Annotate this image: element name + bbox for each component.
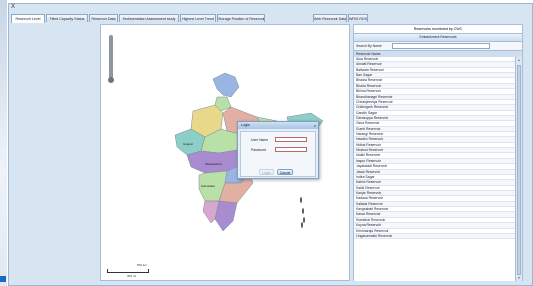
tab-bar: Reservoir Level Filled Capacity Status R… [11,14,531,23]
password-field[interactable] [275,147,307,152]
login-dialog: Login x User Name Password Login Cancel [237,121,319,179]
state-label: Maharashtra [205,162,222,166]
island-shape [303,217,305,223]
dialog-title-text: Login [241,123,250,127]
username-label: User Name [251,138,269,142]
tab-sedimentation[interactable]: Sedimentation Assessment study [119,14,179,22]
search-row: Search By Name [354,42,522,51]
cancel-button[interactable]: Cancel [277,169,293,175]
tab-storage-position[interactable]: Storage Position of Reservoirs [217,14,265,22]
tab-reservoir-data[interactable]: Reservoir Data [89,14,118,22]
panel-subtitle[interactable]: Embankment Reservoirs [354,34,522,42]
reservoir-list[interactable]: Alua Reservoir Almatti Reservoir Baliwala … [354,57,515,281]
tab-highest-level-trend[interactable]: Highest Level Trend [180,14,216,22]
password-label: Password [251,148,266,152]
list-item[interactable]: Linganamakki Reservoir [354,233,515,240]
state-label: Karnataka [201,184,215,188]
tab-wris-rds[interactable]: WRIS RDS [348,14,368,22]
region-north[interactable] [212,72,240,98]
panel-title: Reservoirs monitored by CWC [354,25,522,34]
list-scrollbar[interactable]: ▲ ▼ [515,57,522,281]
username-field[interactable] [275,137,307,142]
island-shape [302,208,304,214]
login-button[interactable]: Login [259,169,274,175]
reservoir-panel: Reservoirs monitored by CWC Embankment R… [353,24,523,281]
zoom-slider[interactable] [109,35,113,81]
left-frame-bar [0,0,7,286]
scroll-down-icon[interactable]: ▼ [517,276,521,280]
scale-label-mi: 300 mi [127,274,137,278]
search-label: Search By Name [356,44,382,48]
dialog-body: User Name Password Login Cancel [240,131,316,177]
island-shape [301,222,303,228]
zoom-knob[interactable] [108,77,114,83]
scale-bar [107,269,149,273]
search-input[interactable] [392,43,490,49]
tab-reservoir-level[interactable]: Reservoir Level [11,14,45,23]
island-shape [300,197,302,203]
close-icon[interactable]: x [314,122,316,129]
dialog-title: Login x [238,122,318,129]
scroll-thumb[interactable] [517,65,521,275]
scale-label-km: 500 km [137,263,147,267]
close-icon[interactable]: X [11,4,15,11]
state-label: Gujarat [183,142,193,146]
scroll-up-icon[interactable]: ▲ [517,58,521,62]
region-tn[interactable] [214,200,238,232]
tab-filled-capacity[interactable]: Filled Capacity Status [46,14,88,22]
tab-web-reservoir-data[interactable]: Web Reservoir Data [313,14,347,22]
corner-block [0,276,6,282]
